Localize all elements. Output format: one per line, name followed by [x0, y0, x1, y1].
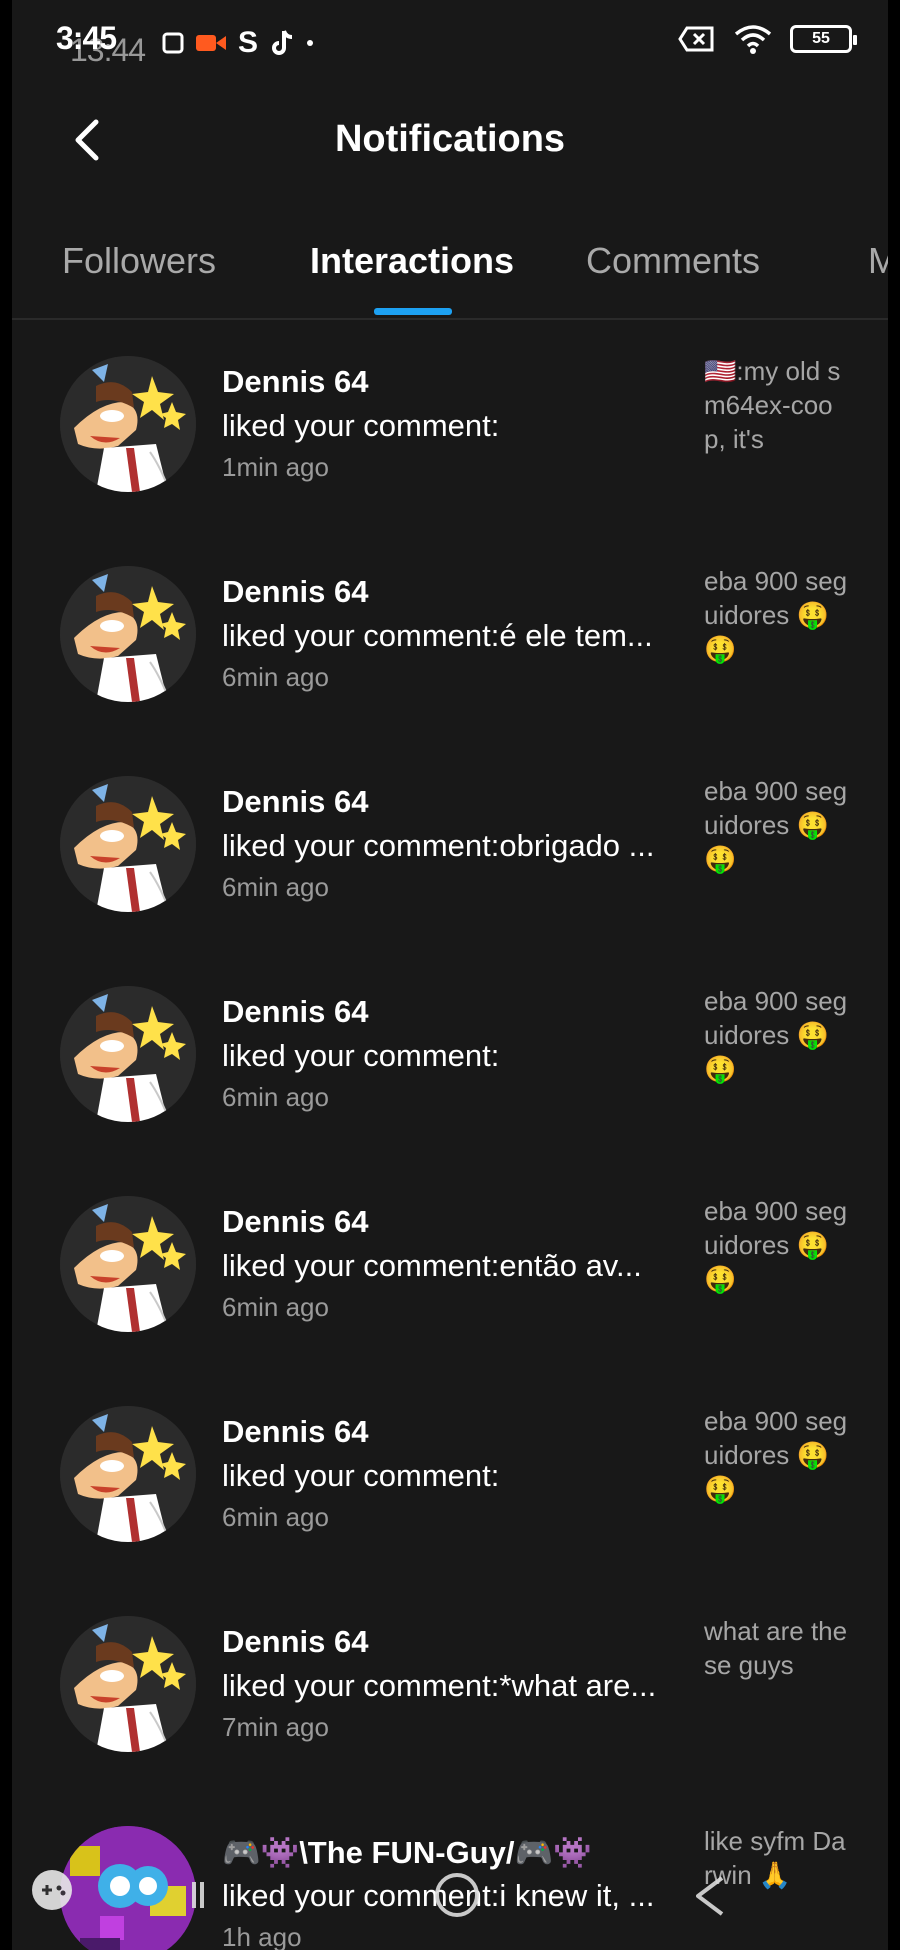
- cartoon-avatar-icon: [60, 776, 196, 912]
- page-title: Notifications: [334, 118, 566, 160]
- notification-time: 6min ago: [222, 662, 329, 692]
- back-triangle-icon: [696, 1876, 724, 1916]
- cartoon-avatar-icon: [60, 1406, 196, 1542]
- home-circle-icon: [435, 1873, 479, 1917]
- tab-interactions[interactable]: Interactions: [310, 240, 514, 282]
- notification-row[interactable]: Dennis 64 liked your comment: 6min ago e…: [12, 1380, 888, 1590]
- notification-username[interactable]: Dennis 64: [222, 784, 368, 820]
- comment-preview[interactable]: eba 900 seguidores 🤑🤑: [704, 984, 854, 1086]
- cartoon-avatar-icon: [60, 1616, 196, 1752]
- notification-row[interactable]: Dennis 64 liked your comment:obrigado ..…: [12, 750, 888, 960]
- status-icons-left: S: [162, 26, 314, 60]
- notification-time: 6min ago: [222, 1502, 329, 1532]
- avatar[interactable]: [60, 776, 196, 912]
- notification-time: 6min ago: [222, 1082, 329, 1112]
- avatar[interactable]: [60, 1406, 196, 1542]
- record-icon: [196, 32, 226, 54]
- cartoon-avatar-icon: [60, 356, 196, 492]
- notification-text: liked your comment:*what are...: [222, 1668, 657, 1703]
- floating-nav-overlay: [12, 1840, 888, 1950]
- app-header: Notifications: [12, 90, 888, 190]
- wifi-icon: [734, 24, 772, 54]
- gamepad-icon: [32, 1870, 72, 1910]
- comment-preview[interactable]: eba 900 seguidores 🤑🤑: [704, 1194, 854, 1296]
- game-controller-button[interactable]: [30, 1868, 74, 1917]
- avatar[interactable]: [60, 356, 196, 492]
- comment-preview[interactable]: 🇺🇸:my old sm64ex-coop, it's: [704, 354, 854, 456]
- notification-username[interactable]: Dennis 64: [222, 364, 368, 400]
- notification-text: liked your comment:é ele tem...: [222, 618, 653, 653]
- cartoon-avatar-icon: [60, 986, 196, 1122]
- active-tab-indicator: [374, 308, 452, 315]
- tab-bar: Followers Interactions Comments M: [12, 220, 888, 320]
- notification-username[interactable]: Dennis 64: [222, 994, 368, 1030]
- dot-icon: [306, 39, 314, 47]
- system-back-button[interactable]: [692, 1874, 728, 1923]
- notification-time: 1min ago: [222, 452, 329, 482]
- notification-row[interactable]: Dennis 64 liked your comment: 6min ago e…: [12, 960, 888, 1170]
- comment-preview[interactable]: eba 900 seguidores 🤑🤑: [704, 564, 854, 666]
- notification-text: liked your comment:obrigado ...: [222, 828, 655, 863]
- status-time: 3:45: [56, 20, 117, 56]
- avatar[interactable]: [60, 986, 196, 1122]
- notification-time: 6min ago: [222, 1292, 329, 1322]
- notification-username[interactable]: Dennis 64: [222, 1204, 368, 1240]
- cartoon-avatar-icon: [60, 566, 196, 702]
- notification-text: liked your comment:: [222, 408, 500, 443]
- app-s-icon: S: [238, 26, 259, 59]
- comment-preview[interactable]: eba 900 seguidores 🤑🤑: [704, 1404, 854, 1506]
- data-off-icon: [678, 25, 716, 53]
- notification-text: liked your comment:: [222, 1038, 500, 1073]
- notification-row[interactable]: Dennis 64 liked your comment:é ele tem..…: [12, 540, 888, 750]
- tab-more[interactable]: M: [868, 240, 888, 282]
- notification-text: liked your comment:então av...: [222, 1248, 642, 1283]
- notification-row[interactable]: Dennis 64 liked your comment:*what are..…: [12, 1590, 888, 1800]
- screenshot-icon: [162, 32, 184, 54]
- notification-row[interactable]: Dennis 64 liked your comment: 1min ago 🇺…: [12, 330, 888, 540]
- recents-icon: [192, 1882, 204, 1908]
- home-button[interactable]: [432, 1870, 482, 1925]
- avatar[interactable]: [60, 1196, 196, 1332]
- tab-followers[interactable]: Followers: [62, 240, 216, 282]
- recent-apps-button[interactable]: [190, 1880, 220, 1915]
- tiktok-icon: [270, 29, 294, 57]
- notification-time: 7min ago: [222, 1712, 329, 1742]
- status-bar: 13:44 3:45 S 55: [12, 0, 888, 90]
- notification-time: 6min ago: [222, 872, 329, 902]
- notification-row[interactable]: Dennis 64 liked your comment:então av...…: [12, 1170, 888, 1380]
- tab-comments[interactable]: Comments: [586, 240, 760, 282]
- notifications-screen: 13:44 3:45 S 55 Notifications Followers …: [12, 0, 888, 1950]
- status-icons-right: 55: [678, 24, 857, 54]
- notification-username[interactable]: Dennis 64: [222, 1624, 368, 1660]
- avatar[interactable]: [60, 1616, 196, 1752]
- notification-username[interactable]: Dennis 64: [222, 574, 368, 610]
- battery-icon: 55: [790, 25, 857, 53]
- avatar[interactable]: [60, 566, 196, 702]
- notification-text: liked your comment:: [222, 1458, 500, 1493]
- comment-preview[interactable]: what are these guys: [704, 1614, 854, 1682]
- cartoon-avatar-icon: [60, 1196, 196, 1332]
- comment-preview[interactable]: eba 900 seguidores 🤑🤑: [704, 774, 854, 876]
- notification-username[interactable]: Dennis 64: [222, 1414, 368, 1450]
